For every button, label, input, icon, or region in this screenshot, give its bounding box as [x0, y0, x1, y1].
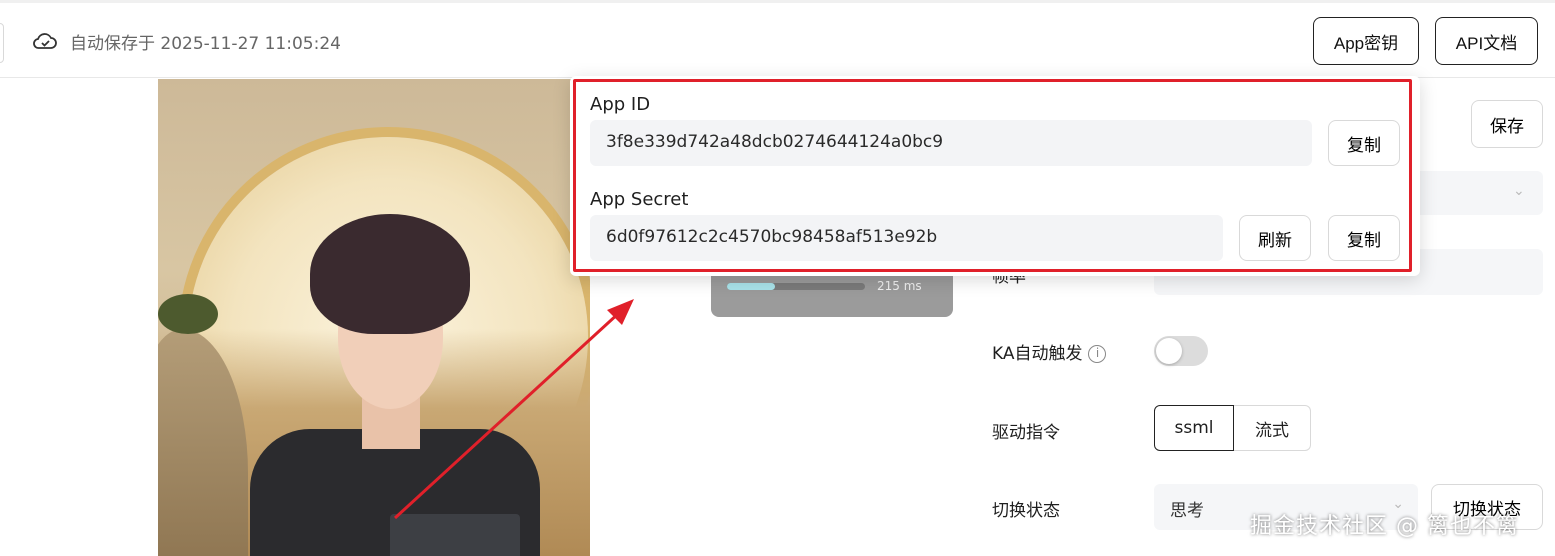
- cloud-sync-icon: [33, 33, 57, 49]
- latency-progress-fill: [727, 283, 776, 290]
- switch-state-label: 切换状态: [992, 501, 1060, 521]
- avatar-overall-bib: [390, 514, 520, 556]
- save-button[interactable]: 保存: [1471, 100, 1543, 148]
- autosave-status: 自动保存于 2025-11-27 11:05:24: [32, 29, 341, 54]
- refresh-secret-button[interactable]: 刷新: [1239, 215, 1311, 261]
- app-secret-label: App Secret: [590, 189, 689, 210]
- digital-human-preview: [158, 79, 590, 556]
- toggle-knob: [1156, 338, 1182, 364]
- drive-option-ssml[interactable]: ssml: [1154, 405, 1234, 451]
- state-value: 思考: [1170, 501, 1204, 521]
- drive-label: 驱动指令: [992, 423, 1060, 443]
- avatar-figure: [250, 214, 540, 556]
- pine-tree: [158, 294, 218, 334]
- ka-toggle[interactable]: [1154, 336, 1208, 366]
- copy-app-secret-button[interactable]: 复制: [1328, 215, 1400, 261]
- app-id-label: App ID: [590, 94, 651, 115]
- latency-text: 215 ms: [877, 279, 922, 293]
- app-secret-field[interactable]: 6d0f97612c2c4570bc98458af513e92b: [590, 215, 1223, 261]
- drive-option-stream[interactable]: 流式: [1234, 405, 1311, 451]
- ka-label: KA自动触发: [992, 344, 1083, 364]
- api-doc-button[interactable]: API文档: [1435, 17, 1538, 65]
- ka-label-row: KA自动触发 i: [992, 339, 1107, 364]
- autosave-text: 自动保存于 2025-11-27 11:05:24: [70, 33, 341, 54]
- app-id-field[interactable]: 3f8e339d742a48dcb0274644124a0bc9: [590, 120, 1312, 166]
- watermark: 掘金技术社区 @ 篱也不篱: [1250, 514, 1519, 539]
- copy-app-id-button[interactable]: 复制: [1328, 120, 1400, 166]
- avatar-hair: [310, 214, 470, 334]
- arrow-head: [607, 299, 634, 325]
- top-toolbar: 自动保存于 2025-11-27 11:05:24 App密钥 API文档: [0, 3, 1555, 78]
- drive-mode-segmented: ssml 流式: [1154, 405, 1311, 451]
- chevron-down-icon: ⌄: [1513, 183, 1525, 199]
- latency-progress-bar: [727, 283, 865, 290]
- back-button[interactable]: [0, 23, 4, 63]
- info-icon[interactable]: i: [1088, 345, 1107, 363]
- app-key-button[interactable]: App密钥: [1313, 17, 1419, 65]
